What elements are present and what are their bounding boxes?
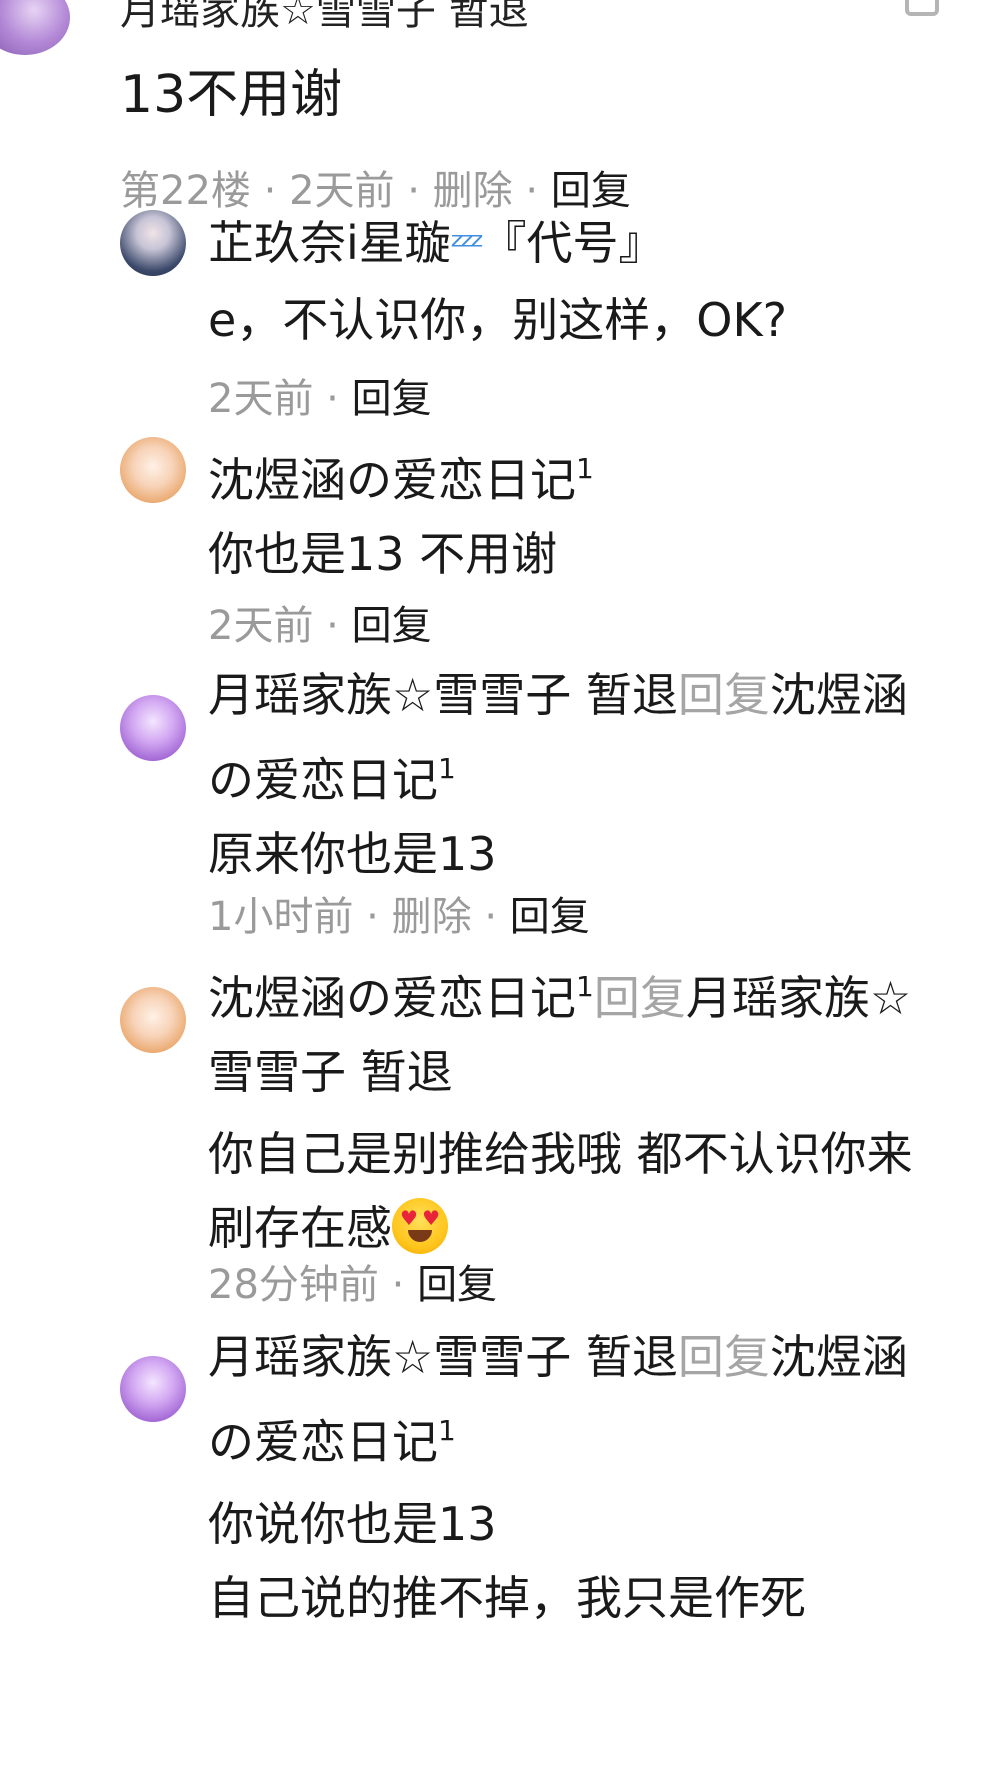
comment-content: 13不用谢 xyxy=(120,65,343,125)
reply-item: 芷玖奈i星璇ᶻᶻᶻ『代号』 e，不认识你，别这样，OK? xyxy=(208,206,948,357)
reply-author[interactable]: 月瑶家族☆雪雪子 暂退 xyxy=(208,668,678,722)
reply-button[interactable]: 回复 xyxy=(352,603,432,649)
reply-item: 沈煜涵の爱恋日记1回复月瑶家族☆雪雪子 暂退 你自己是别推给我哦 都不认识你来刷… xyxy=(208,950,948,1265)
reply-content-line2: 自己说的推不掉，我只是作死 xyxy=(208,1571,806,1625)
more-options-icon[interactable] xyxy=(905,0,939,16)
reply-author[interactable]: 芷玖奈i星璇 xyxy=(208,216,451,270)
separator: · xyxy=(391,1262,405,1308)
reply-content: 你自己是别推给我哦 都不认识你来刷存在感 xyxy=(208,1127,913,1255)
reply-author[interactable]: 月瑶家族☆雪雪子 暂退 xyxy=(208,1330,678,1384)
time-label: 2天前 xyxy=(208,376,314,422)
reply-to-word: 回复 xyxy=(677,668,770,722)
reply-button[interactable]: 回复 xyxy=(352,376,432,422)
reply-author[interactable]: 沈煜涵の爱恋日记 xyxy=(208,453,576,507)
reply-content: 原来你也是13 xyxy=(208,827,497,881)
separator: · xyxy=(366,894,379,940)
avatar[interactable] xyxy=(120,695,186,761)
reply-meta: 28分钟前 · 回复 xyxy=(208,1252,497,1310)
reply-item: 月瑶家族☆雪雪子 暂退回复沈煜涵の爱恋日记1 你说你也是13 自己说的推不掉，我… xyxy=(208,1320,948,1635)
time-label: 28分钟前 xyxy=(208,1262,379,1308)
avatar[interactable] xyxy=(120,987,186,1053)
time-label: 1小时前 xyxy=(208,894,354,940)
reply-meta: 1小时前 · 删除 · 回复 xyxy=(208,884,590,942)
reply-to-word: 回复 xyxy=(593,971,686,1025)
level-badge: 1 xyxy=(576,970,594,1003)
level-badge: 1 xyxy=(438,752,456,785)
reply-author[interactable]: 沈煜涵の爱恋日记 xyxy=(208,971,576,1025)
reply-content: 你说你也是13 xyxy=(208,1497,497,1551)
avatar[interactable] xyxy=(120,210,186,276)
comment-thread: 月瑶家族☆雪雪子 暂退 13不用谢 第22楼 · 2天前 · 删除 · 回复 芷… xyxy=(0,0,988,1783)
zzz-emoji-icon: ᶻᶻᶻ xyxy=(450,224,485,268)
avatar[interactable] xyxy=(120,1356,186,1422)
comment-author[interactable]: 月瑶家族☆雪雪子 暂退 xyxy=(120,0,529,36)
level-badge: 1 xyxy=(438,1414,456,1447)
reply-author-line: 芷玖奈i星璇ᶻᶻᶻ『代号』 xyxy=(208,206,948,283)
level-badge: 1 xyxy=(576,452,594,485)
reply-author-line: 月瑶家族☆雪雪子 暂退回复沈煜涵の爱恋日记1 xyxy=(208,1320,948,1479)
reply-content: e，不认识你，别这样，OK? xyxy=(208,293,788,347)
separator: · xyxy=(326,603,339,649)
reply-button[interactable]: 回复 xyxy=(417,1262,497,1308)
reply-button[interactable]: 回复 xyxy=(510,894,590,940)
reply-author-line: 沈煜涵の爱恋日记1 xyxy=(208,432,948,517)
reply-meta: 2天前 · 回复 xyxy=(208,593,432,651)
reply-author-line: 沈煜涵の爱恋日记1回复月瑶家族☆雪雪子 暂退 xyxy=(208,950,948,1109)
reply-author-suffix[interactable]: 『代号』 xyxy=(481,216,665,270)
reply-item: 月瑶家族☆雪雪子 暂退回复沈煜涵の爱恋日记1 原来你也是13 xyxy=(208,658,948,891)
reply-author-line: 月瑶家族☆雪雪子 暂退回复沈煜涵の爱恋日记1 xyxy=(208,658,948,817)
separator: · xyxy=(484,894,498,940)
avatar[interactable] xyxy=(120,437,186,503)
avatar[interactable] xyxy=(0,0,70,55)
reply-item: 沈煜涵の爱恋日记1 你也是13 不用谢 xyxy=(208,432,948,591)
reply-meta: 2天前 · 回复 xyxy=(208,366,432,424)
heart-eyes-emoji-icon xyxy=(392,1198,448,1254)
separator: · xyxy=(326,376,339,422)
time-label: 2天前 xyxy=(208,603,314,649)
reply-content-wrap: 你自己是别推给我哦 都不认识你来刷存在感 xyxy=(208,1117,948,1265)
reply-to-word: 回复 xyxy=(677,1330,770,1384)
delete-button[interactable]: 删除 xyxy=(392,894,472,940)
reply-content: 你也是13 不用谢 xyxy=(208,527,558,581)
